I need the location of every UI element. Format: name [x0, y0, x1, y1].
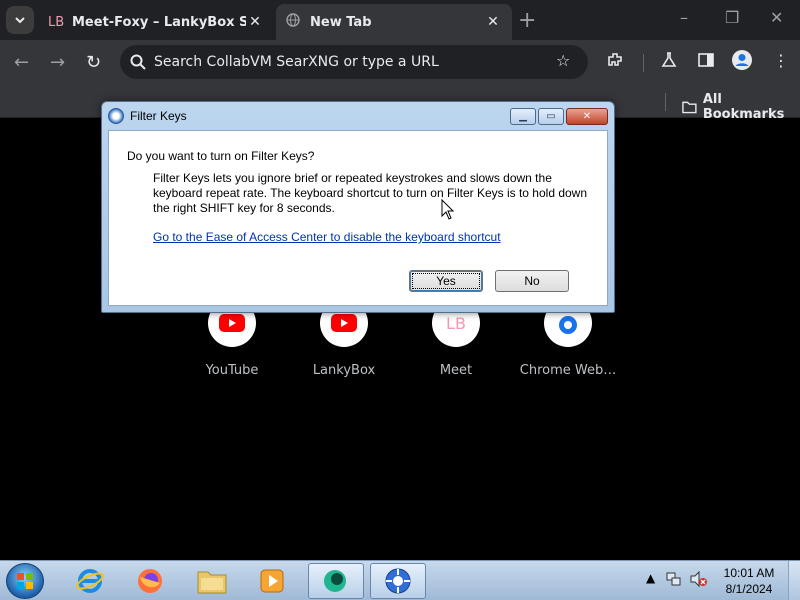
dialog-title: Filter Keys [130, 109, 187, 123]
new-tab-button[interactable]: + [518, 8, 536, 33]
tab-strip: LB Meet-Foxy – LankyBox Shop ✕ New Tab ✕… [0, 0, 800, 40]
dialog-body: Do you want to turn on Filter Keys? Filt… [108, 130, 608, 306]
close-tab-icon[interactable]: ✕ [246, 14, 264, 30]
bookmark-star-icon[interactable]: ☆ [556, 51, 570, 70]
tab-new-tab[interactable]: New Tab ✕ [276, 4, 512, 40]
dialog-maximize-button[interactable]: ▭ [538, 108, 564, 125]
side-panel-icon[interactable] [697, 51, 715, 73]
vm-app-icon[interactable] [308, 563, 364, 599]
labs-flask-icon[interactable] [660, 51, 678, 73]
media-player-icon[interactable] [244, 563, 300, 599]
shortcut-label: Meet [439, 363, 473, 378]
dialog-titlebar: Filter Keys [108, 108, 187, 124]
folder-icon [682, 101, 697, 114]
shortcut-label: Chrome Web… [519, 363, 617, 378]
chevron-down-icon [15, 17, 25, 24]
toolbar-divider [643, 54, 644, 72]
bookmarks-divider [665, 93, 666, 111]
file-explorer-icon[interactable] [184, 563, 240, 599]
dialog-question: Do you want to turn on Filter Keys? [127, 149, 315, 163]
network-icon[interactable] [666, 571, 682, 590]
filter-keys-dialog: Filter Keys ▁ ▭ ✕ Do you want to turn on… [101, 101, 615, 313]
ease-of-access-link[interactable]: Go to the Ease of Access Center to disab… [153, 230, 501, 244]
yes-button[interactable]: Yes [409, 270, 483, 292]
dialog-description: Filter Keys lets you ignore brief or rep… [153, 171, 588, 215]
remote-app-icon[interactable] [370, 563, 426, 599]
more-menu-icon[interactable]: ⋮ [773, 51, 789, 70]
start-button[interactable] [6, 563, 44, 599]
globe-icon [286, 13, 310, 31]
firefox-icon[interactable] [122, 563, 178, 599]
tab-search-button[interactable] [6, 6, 34, 34]
extensions-icon[interactable] [606, 51, 624, 73]
show-hidden-icons-icon[interactable]: ▲ [646, 571, 655, 585]
show-desktop-button[interactable] [788, 561, 800, 600]
clock-time: 10:01 AM [723, 566, 775, 580]
close-window-button[interactable]: ✕ [770, 8, 783, 27]
shortcut-label: YouTube [205, 363, 259, 378]
all-bookmarks-button[interactable]: All Bookmarks [682, 92, 800, 122]
windows-logo-icon [17, 573, 33, 589]
mouse-cursor-icon [441, 199, 455, 220]
tab-title: Meet-Foxy – LankyBox Shop [72, 14, 246, 30]
profile-avatar-icon[interactable] [731, 49, 753, 75]
internet-explorer-icon[interactable] [62, 563, 118, 599]
omnibox[interactable]: Search CollabVM SearXNG or type a URL [120, 45, 588, 79]
ease-of-access-icon [108, 108, 124, 124]
back-arrow-icon[interactable]: ← [14, 52, 29, 73]
no-button[interactable]: No [495, 270, 569, 292]
tab-title: New Tab [310, 14, 372, 30]
all-bookmarks-label: All Bookmarks [702, 92, 785, 122]
dialog-window-controls: ▁ ▭ ✕ [510, 108, 608, 125]
dialog-minimize-button[interactable]: ▁ [510, 108, 536, 125]
browser-toolbar: ← → ↻ Search CollabVM SearXNG or type a … [0, 40, 800, 86]
system-clock[interactable]: 10:01 AM 8/1/2024 [715, 565, 783, 597]
search-icon [130, 54, 146, 70]
reload-icon[interactable]: ↻ [86, 52, 101, 73]
clock-date: 8/1/2024 [725, 582, 773, 596]
taskbar: ▲ 10:01 AM 8/1/2024 [0, 560, 800, 600]
minimize-button[interactable]: – [680, 8, 688, 27]
omnibox-text: Search CollabVM SearXNG or type a URL [154, 54, 439, 70]
tab-lankybox-shop[interactable]: LB Meet-Foxy – LankyBox Shop ✕ [38, 4, 274, 40]
forward-arrow-icon[interactable]: → [50, 52, 65, 73]
volume-muted-icon[interactable] [690, 570, 708, 590]
dialog-close-button[interactable]: ✕ [566, 108, 608, 125]
shortcut-label: LankyBox [312, 363, 376, 378]
maximize-button[interactable]: ❐ [725, 8, 739, 27]
close-tab-icon[interactable]: ✕ [484, 14, 502, 30]
lb-favicon-icon: LB [48, 14, 65, 30]
